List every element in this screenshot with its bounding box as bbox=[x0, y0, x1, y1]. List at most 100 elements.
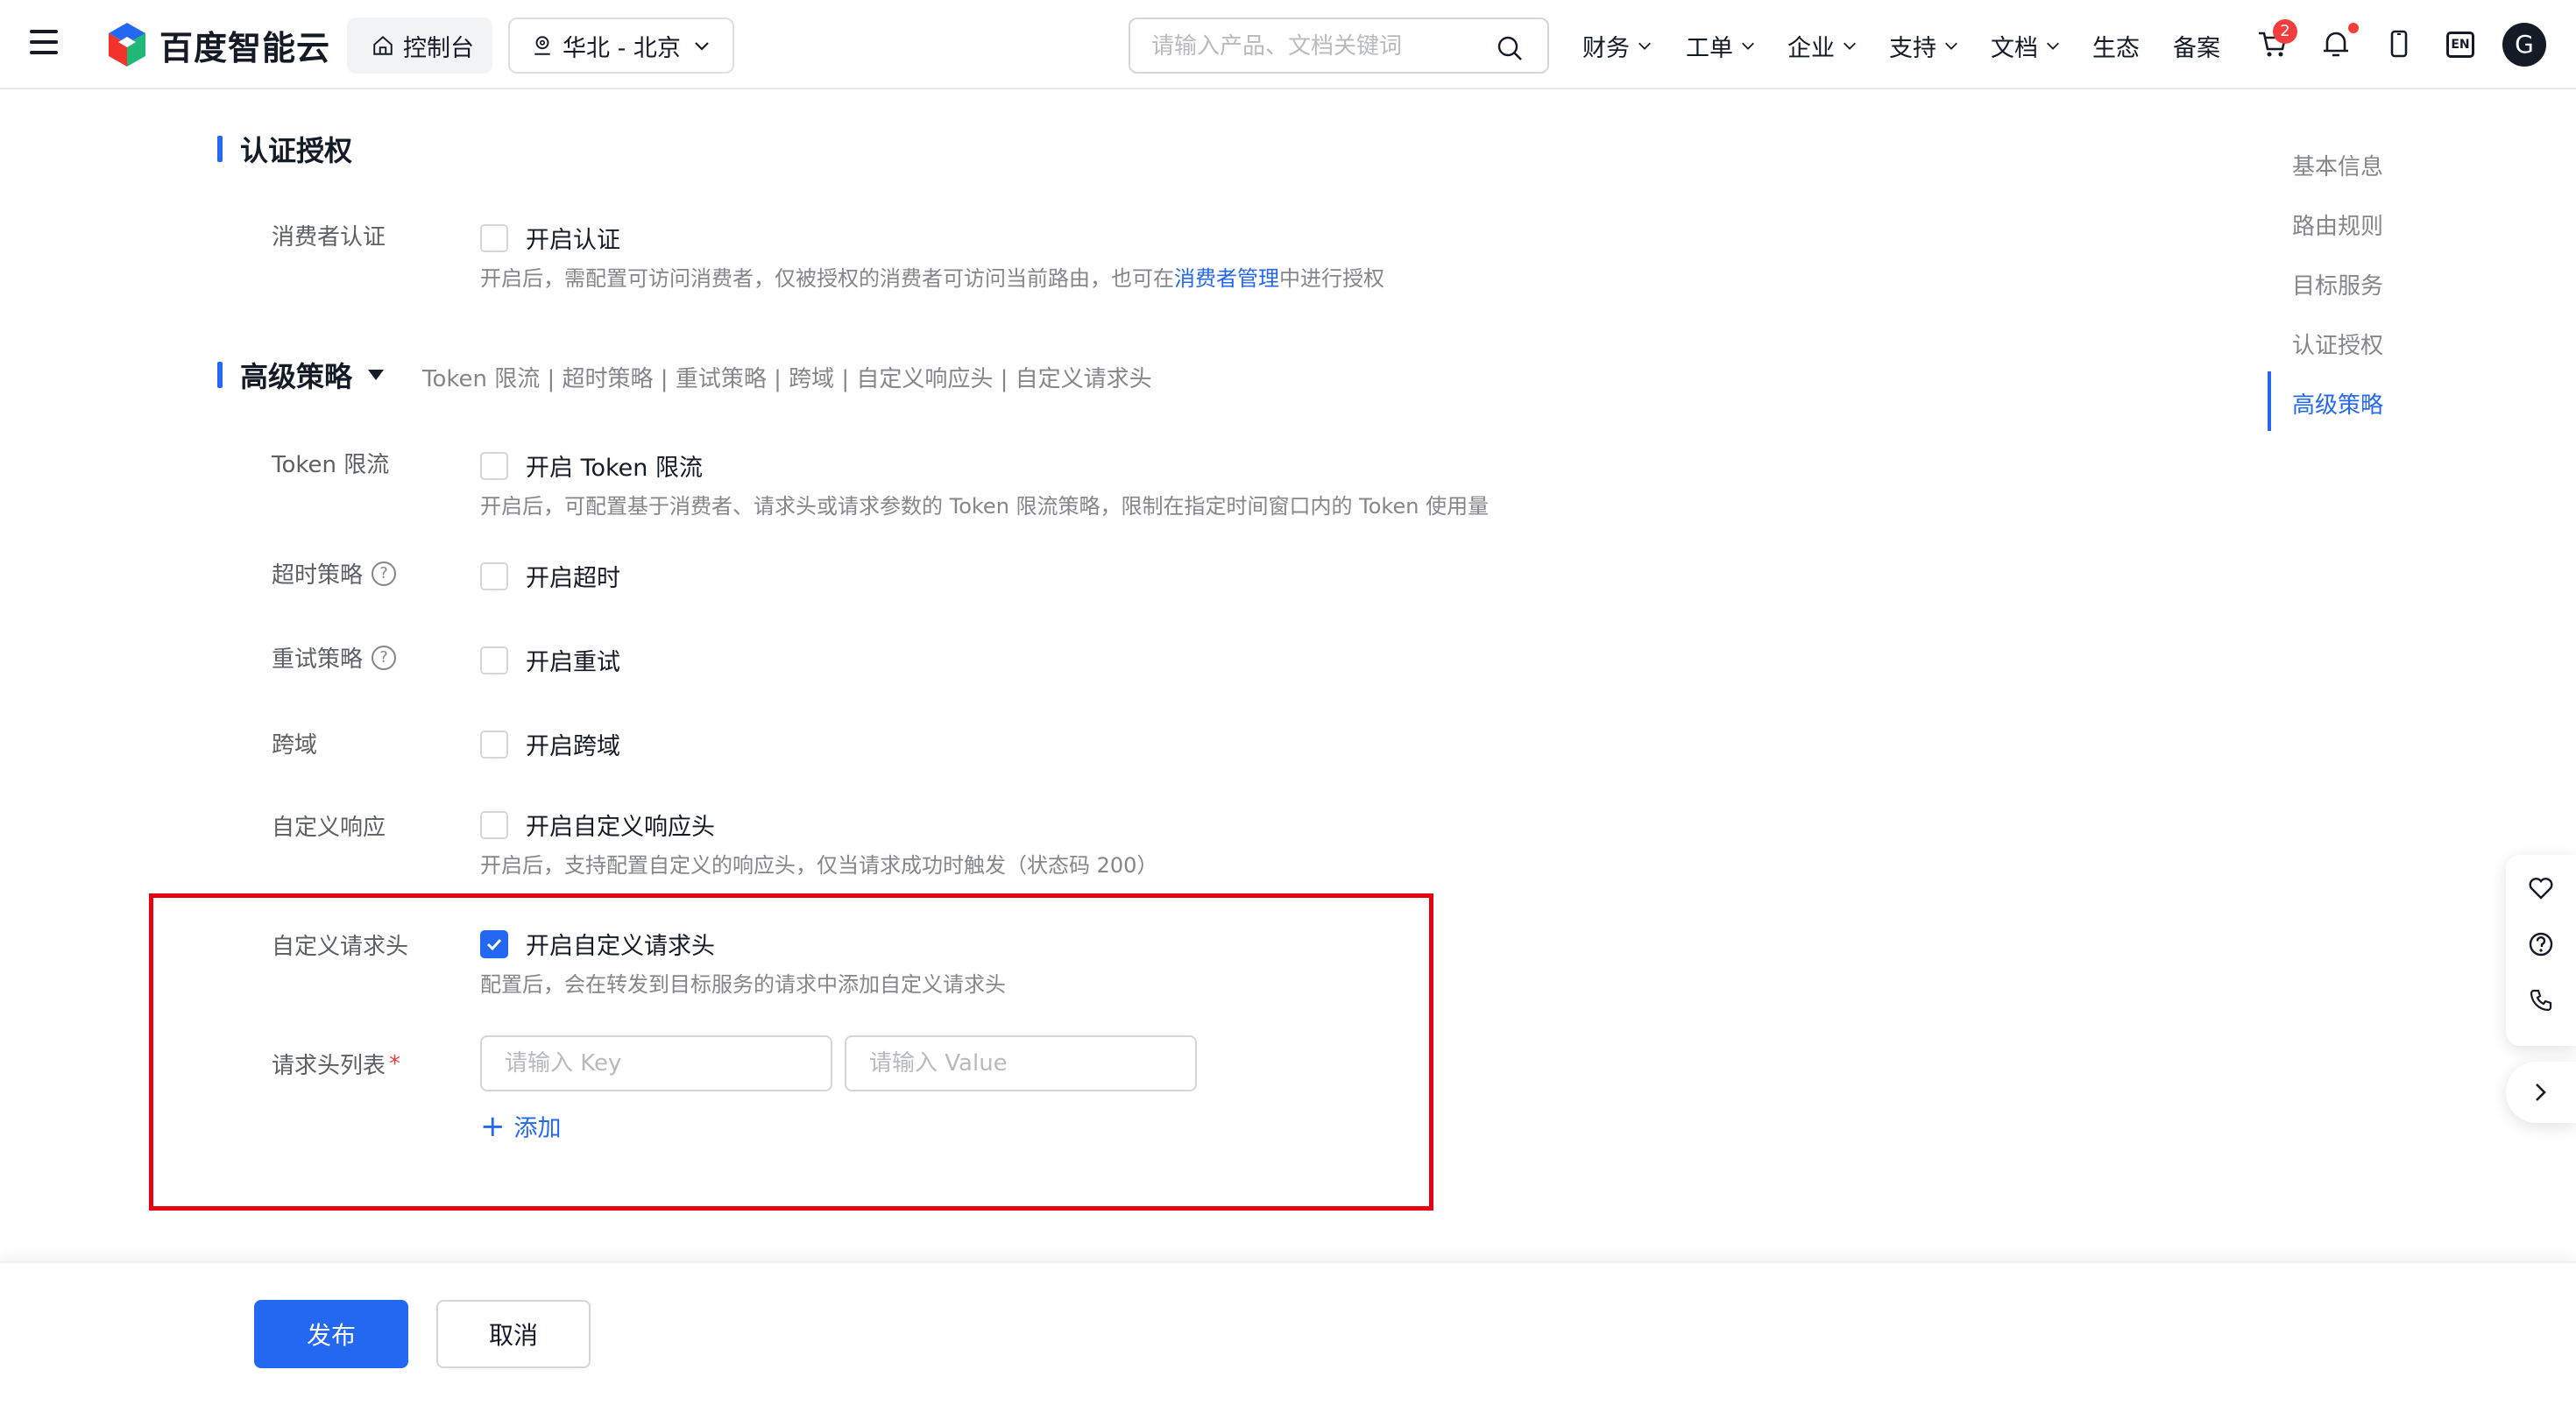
custom-request-header-checkbox-label: 开启自定义请求头 bbox=[526, 933, 715, 960]
caret-down-icon[interactable] bbox=[368, 370, 385, 380]
token-limit-checkbox-label: 开启 Token 限流 bbox=[526, 455, 703, 482]
token-limit-checkbox[interactable] bbox=[480, 451, 508, 480]
floating-tool-panel bbox=[2506, 855, 2576, 1046]
cors-label: 跨域 bbox=[272, 727, 317, 759]
advanced-sub-links: Token 限流 | 超时策略 | 重试策略 | 跨域 | 自定义响应头 | 自… bbox=[422, 366, 1152, 392]
publish-button[interactable]: 发布 bbox=[254, 1300, 408, 1368]
cancel-button[interactable]: 取消 bbox=[436, 1300, 591, 1368]
timeout-checkbox-label: 开启超时 bbox=[526, 565, 620, 592]
retry-label-text: 重试策略 bbox=[272, 646, 364, 673]
region-label: 华北 - 北京 bbox=[563, 34, 681, 62]
heart-icon[interactable] bbox=[2527, 874, 2555, 902]
nav-filing[interactable]: 备案 bbox=[2173, 26, 2220, 65]
nav-filing-label: 备案 bbox=[2173, 34, 2220, 62]
check-icon bbox=[486, 938, 502, 950]
brand-name: 百度智能云 bbox=[159, 28, 331, 67]
menu-icon[interactable] bbox=[30, 30, 58, 58]
nav-ticket[interactable]: 工单 bbox=[1686, 26, 1756, 65]
nav-docs[interactable]: 文档 bbox=[1991, 26, 2061, 65]
nav-support[interactable]: 支持 bbox=[1889, 26, 1959, 65]
token-limit-label: Token 限流 bbox=[272, 447, 389, 479]
nav-finance-label: 财务 bbox=[1582, 34, 1630, 62]
chevron-down-icon bbox=[1638, 42, 1651, 50]
anchor-target-service[interactable]: 目标服务 bbox=[2292, 268, 2383, 300]
cors-checkbox[interactable] bbox=[480, 730, 508, 759]
consumer-auth-help: 开启后，需配置可访问消费者，仅被授权的消费者可访问当前路由，也可在消费者管理中进… bbox=[480, 261, 1384, 292]
token-limit-checkbox-row[interactable]: 开启 Token 限流 bbox=[480, 448, 703, 483]
search-box[interactable] bbox=[1129, 18, 1549, 74]
anchor-auth[interactable]: 认证授权 bbox=[2292, 328, 2383, 360]
notification-dot bbox=[2348, 23, 2359, 33]
timeout-label-text: 超时策略 bbox=[272, 562, 364, 589]
add-header-button[interactable]: + 添加 bbox=[480, 1109, 562, 1143]
brand-logo[interactable]: 百度智能云 bbox=[105, 21, 330, 68]
custom-response-checkbox[interactable] bbox=[480, 810, 508, 839]
retry-checkbox-row[interactable]: 开启重试 bbox=[480, 643, 620, 677]
required-mark: * bbox=[389, 1050, 401, 1077]
custom-response-checkbox-row[interactable]: 开启自定义响应头 bbox=[480, 808, 715, 842]
section-marker bbox=[217, 136, 223, 162]
location-icon bbox=[534, 36, 550, 55]
consumer-auth-checkbox-row[interactable]: 开启认证 bbox=[480, 221, 620, 255]
console-label: 控制台 bbox=[403, 34, 474, 62]
section-auth-title: 认证授权 bbox=[240, 134, 353, 167]
retry-checkbox[interactable] bbox=[480, 646, 508, 674]
chevron-down-icon bbox=[1742, 42, 1754, 50]
cart-badge: 2 bbox=[2273, 19, 2297, 44]
nav-finance[interactable]: 财务 bbox=[1582, 26, 1652, 65]
language-toggle[interactable]: EN bbox=[2446, 32, 2474, 58]
anchor-route-rules[interactable]: 路由规则 bbox=[2292, 208, 2383, 241]
section-advanced[interactable]: 高级策略 bbox=[217, 357, 385, 393]
chevron-down-icon bbox=[695, 42, 709, 51]
consumer-auth-help-pre: 开启后，需配置可访问消费者，仅被授权的消费者可访问当前路由，也可在 bbox=[480, 266, 1174, 291]
consumer-auth-checkbox[interactable] bbox=[480, 223, 508, 252]
expand-panel-button[interactable] bbox=[2506, 1062, 2576, 1123]
timeout-checkbox[interactable] bbox=[480, 561, 508, 590]
chevron-down-icon bbox=[1844, 42, 1856, 50]
consumer-auth-checkbox-label: 开启认证 bbox=[526, 227, 620, 254]
retry-label: 重试策略 ? bbox=[272, 641, 397, 674]
cors-checkbox-row[interactable]: 开启跨域 bbox=[480, 727, 620, 761]
mobile-icon[interactable] bbox=[2381, 26, 2417, 61]
header-key-input[interactable] bbox=[480, 1035, 832, 1091]
help-icon[interactable]: ? bbox=[372, 561, 397, 586]
custom-request-header-label: 自定义请求头 bbox=[272, 928, 408, 961]
custom-request-header-checkbox-row[interactable]: 开启自定义请求头 bbox=[480, 927, 715, 961]
header-value-input[interactable] bbox=[845, 1035, 1197, 1091]
consumer-management-link[interactable]: 消费者管理 bbox=[1174, 266, 1279, 291]
nav-ecosystem-label: 生态 bbox=[2092, 34, 2140, 62]
add-header-label: 添加 bbox=[513, 1115, 562, 1142]
avatar[interactable]: G bbox=[2502, 23, 2546, 67]
bell-icon[interactable] bbox=[2318, 26, 2353, 61]
logo-icon bbox=[109, 23, 145, 67]
consumer-auth-label-text: 消费者认证 bbox=[272, 224, 386, 251]
console-button[interactable]: 控制台 bbox=[347, 18, 492, 74]
custom-request-header-checkbox[interactable] bbox=[480, 929, 508, 958]
anchor-advanced[interactable]: 高级策略 bbox=[2292, 387, 2383, 420]
timeout-checkbox-row[interactable]: 开启超时 bbox=[480, 559, 620, 593]
search-icon[interactable] bbox=[1497, 35, 1523, 61]
region-select[interactable]: 华北 - 北京 bbox=[508, 18, 734, 74]
retry-checkbox-label: 开启重试 bbox=[526, 649, 620, 676]
custom-response-label: 自定义响应 bbox=[272, 809, 386, 842]
help-icon[interactable]: ? bbox=[372, 645, 397, 670]
nav-enterprise-label: 企业 bbox=[1787, 34, 1835, 62]
chevron-right-icon bbox=[2536, 1084, 2546, 1101]
header-list-label: 请求头列表 * bbox=[272, 1048, 400, 1080]
custom-request-header-help: 配置后，会在转发到目标服务的请求中添加自定义请求头 bbox=[480, 972, 1006, 997]
search-input[interactable] bbox=[1151, 30, 1484, 63]
token-limit-label-text: Token 限流 bbox=[272, 452, 390, 478]
nav-ecosystem[interactable]: 生态 bbox=[2092, 26, 2140, 65]
question-icon[interactable] bbox=[2527, 930, 2555, 958]
chevron-down-icon bbox=[2047, 42, 2059, 50]
anchor-active-indicator bbox=[2268, 371, 2271, 431]
section-advanced-title: 高级策略 bbox=[240, 360, 353, 393]
custom-response-help: 开启后，支持配置自定义的响应头，仅当请求成功时触发（状态码 200） bbox=[480, 853, 1158, 878]
custom-request-header-label-text: 自定义请求头 bbox=[272, 934, 409, 960]
token-limit-help: 开启后，可配置基于消费者、请求头或请求参数的 Token 限流策略，限制在指定时… bbox=[480, 494, 1490, 519]
phone-icon[interactable] bbox=[2527, 986, 2555, 1014]
nav-docs-label: 文档 bbox=[1991, 34, 2038, 62]
nav-enterprise[interactable]: 企业 bbox=[1787, 26, 1858, 65]
anchor-basic-info[interactable]: 基本信息 bbox=[2292, 149, 2383, 181]
custom-response-label-text: 自定义响应 bbox=[272, 815, 386, 841]
